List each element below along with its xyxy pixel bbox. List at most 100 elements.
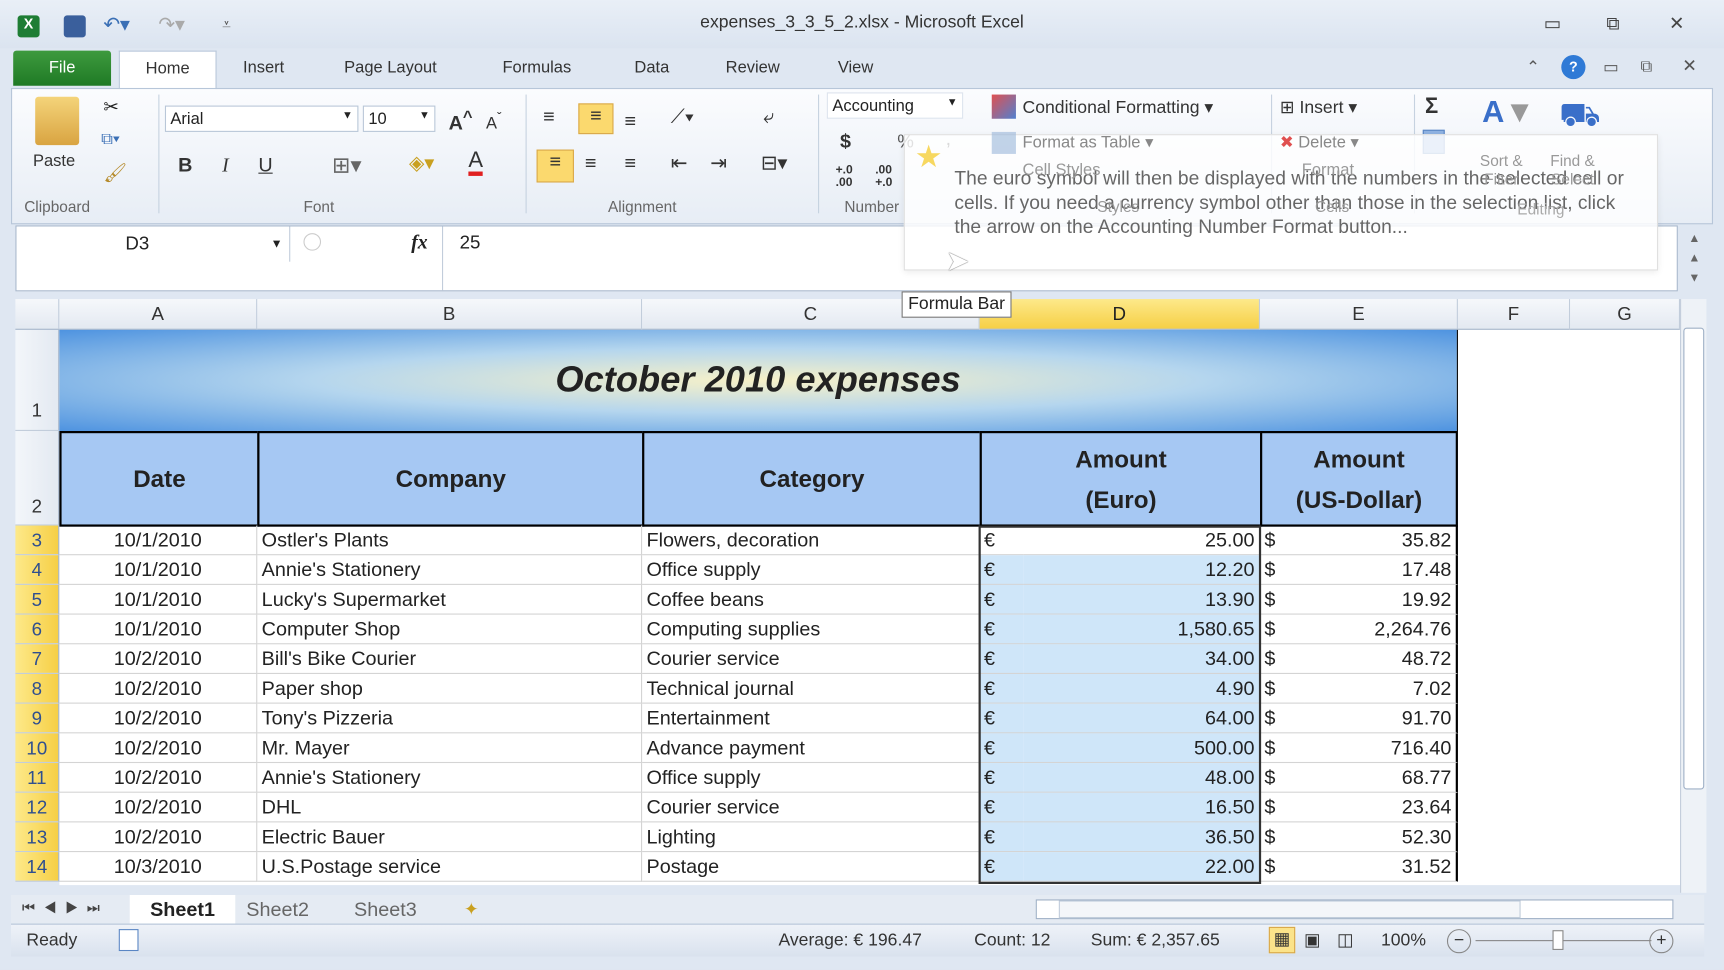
wrap-text-icon[interactable]: ⤶ [763,106,774,129]
row-header-8[interactable]: 8 [15,674,59,704]
amount-euro-cell[interactable]: 36.50 [1024,822,1260,852]
date-cell[interactable]: 10/2/2010 [59,793,257,823]
amount-euro-cell[interactable]: 13.90 [1024,585,1260,615]
decrease-decimal-button[interactable]: .00 +.0 [875,165,892,189]
row-header-1[interactable]: 1 [15,330,59,431]
align-middle-icon[interactable]: ≡ [578,103,613,134]
status-average[interactable]: Average: € 196.47 [778,931,921,951]
euro-symbol[interactable]: € [980,615,1024,645]
category-cell[interactable]: Advance payment [642,733,980,763]
copy-icon[interactable]: ⧉▾ [101,130,120,149]
align-left-icon[interactable]: ≡ [537,150,574,183]
amount-usd-cell[interactable]: 91.70 [1304,704,1458,734]
horizontal-scroll-thumb[interactable] [1059,900,1521,918]
column-title-cell[interactable]: Amount (Euro) [980,431,1263,527]
date-cell[interactable]: 10/1/2010 [59,555,257,585]
grow-font-icon[interactable]: A^ [449,108,473,135]
dollar-symbol[interactable]: $ [1260,763,1304,793]
category-cell[interactable]: Flowers, decoration [642,526,980,556]
dollar-symbol[interactable]: $ [1260,526,1304,556]
column-title-cell[interactable]: Company [257,431,644,527]
row-header-4[interactable]: 4 [15,555,59,585]
macro-record-icon[interactable] [119,929,139,951]
maximize-icon[interactable]: ⧉ [1606,13,1619,35]
amount-euro-cell[interactable]: 22.00 [1024,852,1260,882]
euro-symbol[interactable]: € [980,526,1024,556]
tab-file[interactable]: File [13,51,111,86]
amount-euro-cell[interactable]: 4.90 [1024,674,1260,704]
amount-usd-cell[interactable]: 17.48 [1304,555,1458,585]
sheet-tab-sheet3[interactable]: Sheet3 [354,898,417,921]
align-center-icon[interactable]: ≡ [585,152,597,175]
category-cell[interactable]: Lighting [642,822,980,852]
paste-icon[interactable] [35,97,79,145]
company-cell[interactable]: Electric Bauer [257,822,642,852]
amount-euro-cell[interactable]: 25.00 [1024,526,1260,556]
cut-icon[interactable]: ✂ [103,97,119,119]
row-header-10[interactable]: 10 [15,733,59,763]
decrease-indent-icon[interactable]: ⇤ [671,152,688,175]
amount-usd-cell[interactable]: 52.30 [1304,822,1458,852]
company-cell[interactable]: Tony's Pizzeria [257,704,642,734]
category-cell[interactable]: Coffee beans [642,585,980,615]
worksheet-grid[interactable]: October 2010 expenses DateCompanyCategor… [59,330,1680,885]
euro-symbol[interactable]: € [980,674,1024,704]
category-cell[interactable]: Postage [642,852,980,882]
autosum-button[interactable]: Σ [1425,95,1438,120]
tab-formulas[interactable]: Formulas [502,58,571,77]
dollar-symbol[interactable]: $ [1260,674,1304,704]
column-title-cell[interactable]: Amount (US-Dollar) [1260,431,1458,527]
column-header-f[interactable]: F [1458,299,1570,330]
column-header-d[interactable]: D [980,299,1260,330]
page-break-view-icon[interactable]: ◫ [1337,929,1354,951]
delete-cells-button[interactable]: ✖ Delete ▾ [1280,132,1359,152]
workbook-close-icon[interactable]: ✕ [1682,55,1697,77]
category-cell[interactable]: Courier service [642,793,980,823]
workbook-minimize-icon[interactable]: ▭ [1603,57,1619,77]
number-format-select[interactable]: Accounting▼ [827,92,963,118]
amount-usd-cell[interactable]: 23.64 [1304,793,1458,823]
insert-sheet-icon[interactable]: ✦ [464,898,479,920]
paste-button[interactable]: Paste [33,152,75,171]
normal-view-icon[interactable]: ▦ [1269,927,1295,953]
sheet-tab-sheet2[interactable]: Sheet2 [246,898,309,921]
format-painter-icon[interactable]: 🖌 [103,163,127,185]
formula-input[interactable]: 25 [460,232,481,254]
bold-button[interactable]: B [178,154,192,177]
company-cell[interactable]: Lucky's Supermarket [257,585,642,615]
column-header-b[interactable]: B [257,299,642,330]
company-cell[interactable]: Annie's Stationery [257,555,642,585]
company-cell[interactable]: U.S.Postage service [257,852,642,882]
shrink-font-icon[interactable]: Aˇ [486,110,502,133]
date-cell[interactable]: 10/2/2010 [59,674,257,704]
row-header-7[interactable]: 7 [15,644,59,674]
euro-symbol[interactable]: € [980,585,1024,615]
company-cell[interactable]: Mr. Mayer [257,733,642,763]
dollar-symbol[interactable]: $ [1260,793,1304,823]
date-cell[interactable]: 10/2/2010 [59,822,257,852]
dollar-symbol[interactable]: $ [1260,585,1304,615]
euro-symbol[interactable]: € [980,733,1024,763]
fill-color-icon[interactable]: ◈▾ [409,152,434,175]
accounting-format-button[interactable]: $ [840,130,851,153]
close-icon[interactable]: ✕ [1669,13,1685,35]
category-cell[interactable]: Computing supplies [642,615,980,645]
orientation-icon[interactable]: ⟋▾ [671,106,695,129]
status-sum[interactable]: Sum: € 2,357.65 [1091,931,1220,951]
tab-insert[interactable]: Insert [243,58,284,77]
euro-symbol[interactable]: € [980,793,1024,823]
tab-view[interactable]: View [838,58,873,77]
insert-cells-button[interactable]: ⊞ Insert ▾ [1280,97,1357,119]
insert-function-button[interactable]: fx [411,231,427,254]
row-header-14[interactable]: 14 [15,852,59,882]
font-name-select[interactable]: Arial▼ [165,106,359,132]
row-header-12[interactable]: 12 [15,793,59,823]
amount-usd-cell[interactable]: 7.02 [1304,674,1458,704]
row-header-9[interactable]: 9 [15,704,59,734]
category-cell[interactable]: Entertainment [642,704,980,734]
horizontal-scrollbar[interactable] [1036,899,1674,919]
format-cells-button[interactable]: Format [1302,161,1354,180]
minimize-icon[interactable]: ▭ [1544,13,1562,35]
category-cell[interactable]: Technical journal [642,674,980,704]
formula-bar-scroll[interactable]: ▲▲▼ [1682,229,1706,291]
